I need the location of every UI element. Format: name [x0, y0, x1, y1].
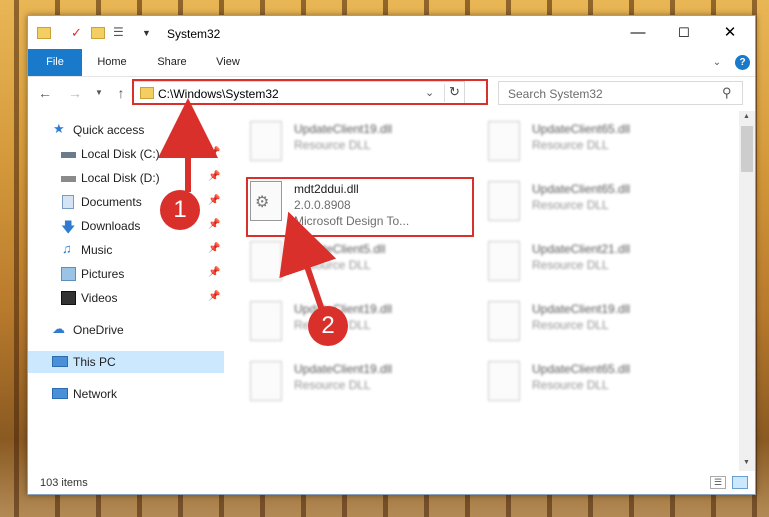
step-2-badge: 2 [308, 306, 348, 346]
annotation-arrows [158, 98, 337, 311]
arrow-to-file [279, 211, 337, 311]
step-1-badge: 1 [160, 190, 200, 230]
